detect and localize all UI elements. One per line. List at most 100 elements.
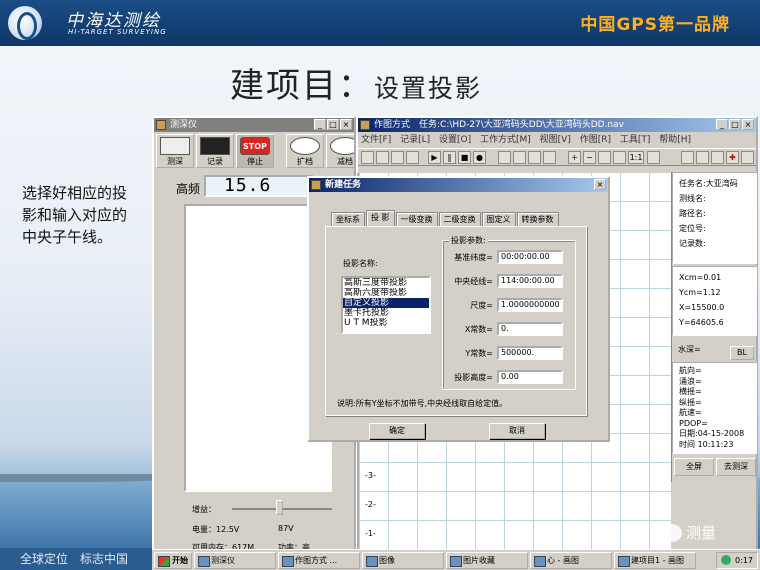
wechat-icon <box>660 523 682 542</box>
sound-icon <box>160 137 190 155</box>
projection-listbox[interactable]: 高斯三度带投影 高斯六度带投影 自定义投影 墨卡托投影 U T M投影 <box>341 276 431 334</box>
header-bar: 中海达测绘 HI-TARGET SURVEYING 中国GPS第一品牌 <box>0 0 760 46</box>
reduce-range-label: 减档 <box>337 157 353 166</box>
voltage-label: 电量：12.5V <box>192 525 240 534</box>
tab-projection[interactable]: 投 影 <box>366 210 395 226</box>
maximize-button[interactable]: □ <box>729 119 741 130</box>
minimize-button[interactable]: _ <box>314 119 326 130</box>
tool-icon[interactable] <box>543 151 556 164</box>
app-icon <box>360 120 370 130</box>
menu-help[interactable]: 帮助[H] <box>659 135 691 145</box>
menu-record[interactable]: 记录[L] <box>400 135 430 145</box>
list-icon[interactable] <box>681 151 694 164</box>
record-count: 记录数: <box>679 239 706 248</box>
zoom-window-icon[interactable] <box>598 151 611 164</box>
redo-icon[interactable] <box>528 151 541 164</box>
pause-icon[interactable]: ‖ <box>443 151 456 164</box>
fullscreen-button[interactable]: 全屏 <box>674 458 714 476</box>
param-input[interactable]: 1.0000000000 <box>497 298 563 312</box>
param-input[interactable]: 0.00 <box>497 370 563 384</box>
param-input[interactable]: 114:00:00.00 <box>497 274 563 288</box>
taskbar-item-pictures[interactable]: 图片收藏 <box>446 551 528 569</box>
app-icon <box>156 120 166 130</box>
projection-option[interactable]: 高斯六度带投影 <box>343 288 429 298</box>
settings-icon[interactable] <box>741 151 754 164</box>
zoom-in-icon <box>290 137 320 155</box>
menu-draw[interactable]: 作图[R] <box>580 135 611 145</box>
stop-icon[interactable]: ■ <box>458 151 471 164</box>
lock-icon[interactable] <box>498 151 511 164</box>
menu-settings[interactable]: 设置[O] <box>439 135 471 145</box>
pan-icon[interactable] <box>613 151 626 164</box>
gain-slider-thumb[interactable] <box>276 500 283 515</box>
dialog-title: 新建任务 <box>325 180 362 190</box>
taskbar-item-sounder[interactable]: 测深仪 <box>194 551 276 569</box>
menu-view[interactable]: 视图[V] <box>540 135 571 145</box>
taskbar-item-paint-project[interactable]: 建项目1 - 画图 <box>614 551 696 569</box>
task-name: 任务名:大亚湾码 <box>679 179 738 188</box>
start-button[interactable]: 开始 <box>154 551 192 569</box>
close-button[interactable]: × <box>340 119 352 130</box>
tab-map-definition[interactable]: 图定义 <box>481 212 516 226</box>
taskbar-item-images[interactable]: 图像 <box>362 551 444 569</box>
record-icon[interactable]: ● <box>473 151 486 164</box>
roll-value: 横摇= <box>679 387 702 396</box>
reduce-range-button[interactable]: 减档 <box>326 134 354 168</box>
zoom-out-icon[interactable]: − <box>583 151 596 164</box>
y-value: Y=64605.6 <box>679 318 724 327</box>
menu-file[interactable]: 文件[F] <box>361 135 391 145</box>
open-icon[interactable] <box>376 151 389 164</box>
taskbar-item-mapping[interactable]: 作图方式 ... <box>278 551 360 569</box>
depth-tick: -1- <box>365 529 376 538</box>
close-button[interactable]: × <box>742 119 754 130</box>
param-input[interactable]: 500000. <box>497 346 563 360</box>
tab-transform-params[interactable]: 转换参数 <box>516 212 559 226</box>
new-icon[interactable] <box>361 151 374 164</box>
projection-option[interactable]: 自定义投影 <box>343 298 429 308</box>
tab-transform-2[interactable]: 二级变换 <box>438 212 481 226</box>
projection-option[interactable]: U T M投影 <box>343 318 429 328</box>
stop-button[interactable]: STOP 停止 <box>236 134 274 168</box>
record-button[interactable]: 记录 <box>196 134 234 168</box>
line-icon[interactable] <box>711 151 724 164</box>
sounder-titlebar: 测深仪 _ □ × <box>154 118 354 132</box>
param-input[interactable]: 00:00:00.00 <box>497 250 563 264</box>
expand-range-label: 扩档 <box>297 157 313 166</box>
close-button[interactable]: × <box>594 179 606 190</box>
projection-option[interactable]: 墨卡托投影 <box>343 308 429 318</box>
menu-workmode[interactable]: 工作方式[M] <box>480 135 531 145</box>
params-title: 投影参数: <box>449 235 488 246</box>
edit-icon[interactable] <box>406 151 419 164</box>
bl-button[interactable]: BL <box>730 346 754 360</box>
time-value: 时间 10:11:23 <box>679 439 734 449</box>
expand-range-button[interactable]: 扩档 <box>286 134 324 168</box>
zoom-all-icon[interactable] <box>647 151 660 164</box>
play-icon[interactable]: ▶ <box>428 151 441 164</box>
tab-coordinate-system[interactable]: 坐标系 <box>331 212 365 226</box>
dialog-icon <box>311 180 321 190</box>
fix-number: 定位号: <box>679 224 706 233</box>
save-icon[interactable] <box>391 151 404 164</box>
maximize-button[interactable]: □ <box>327 119 339 130</box>
zoom-1-1-button[interactable]: 1:1 <box>628 151 644 164</box>
minimize-button[interactable]: _ <box>716 119 728 130</box>
cancel-button[interactable]: 取消 <box>489 423 545 439</box>
cross-icon[interactable]: ✚ <box>726 151 739 164</box>
param-input[interactable]: 0. <box>497 322 563 336</box>
ok-button[interactable]: 确定 <box>369 423 425 439</box>
menu-tools[interactable]: 工具[T] <box>620 135 651 145</box>
task-info: 任务名:大亚湾码 测线名: 路径名: 定位号: 记录数: <box>672 172 757 264</box>
toolbar: ▶ ‖ ■ ● + − 1:1 ✚ <box>358 148 756 166</box>
pen-icon[interactable] <box>513 151 526 164</box>
param-label: Y常数= <box>465 349 493 358</box>
sound-button[interactable]: 测深 <box>156 134 194 168</box>
lines-icon[interactable] <box>696 151 709 164</box>
tab-strip: 坐标系 投 影 一级变换 二级变换 图定义 转换参数 <box>331 210 560 226</box>
zoom-in-icon[interactable]: + <box>568 151 581 164</box>
tray-icon[interactable] <box>721 555 732 565</box>
taskbar-item-paint-heart[interactable]: 心 - 画图 <box>530 551 612 569</box>
projection-option[interactable]: 高斯三度带投影 <box>343 278 429 288</box>
watermark-text: 测量 <box>686 524 717 542</box>
to-sounder-button[interactable]: 去测深 <box>716 458 756 476</box>
tab-transform-1[interactable]: 一级变换 <box>395 212 438 226</box>
